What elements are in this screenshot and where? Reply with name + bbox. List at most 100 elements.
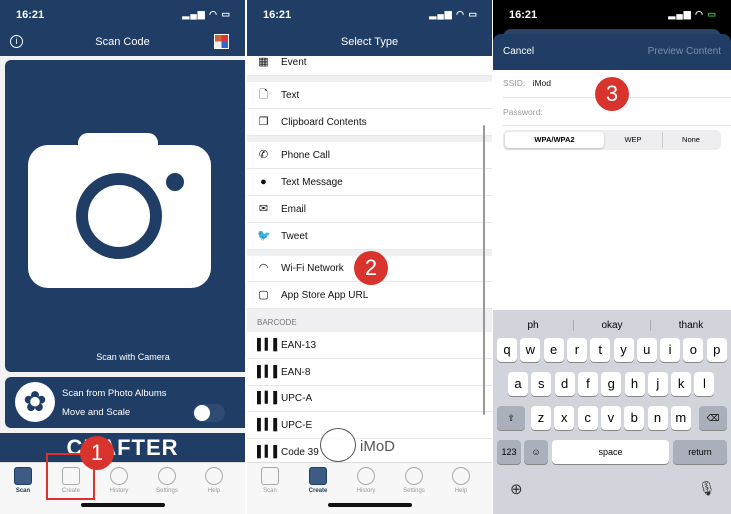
shift-key[interactable]: ⇧ xyxy=(497,406,525,430)
list-item-text[interactable]: 🗋 Text xyxy=(247,82,492,109)
scrollbar[interactable] xyxy=(483,125,485,415)
segment-wpa[interactable]: WPA/WPA2 xyxy=(505,132,604,148)
move-scale-toggle[interactable] xyxy=(193,404,225,422)
segment-wep[interactable]: WEP xyxy=(605,132,661,148)
key-d[interactable]: d xyxy=(554,372,575,396)
tab-label: Help xyxy=(207,488,221,494)
info-icon[interactable]: i xyxy=(10,35,23,48)
qr-scan-icon xyxy=(14,467,32,485)
list-item-email[interactable]: ✉ Email xyxy=(247,196,492,223)
photo-albums-card[interactable]: ✿ Scan from Photo Albums Move and Scale xyxy=(5,377,245,428)
preview-content-button[interactable]: Preview Content xyxy=(648,46,721,57)
item-label: Code 39 xyxy=(281,447,319,458)
key-n[interactable]: n xyxy=(647,406,668,430)
key-k[interactable]: k xyxy=(671,372,692,396)
albums-label: Scan from Photo Albums xyxy=(62,388,167,399)
tab-history[interactable]: History xyxy=(346,467,386,494)
item-label: Text Message xyxy=(281,177,343,188)
item-label: Email xyxy=(281,204,307,215)
page-title: Select Type xyxy=(340,36,399,48)
key-h[interactable]: h xyxy=(624,372,645,396)
key-a[interactable]: a xyxy=(508,372,528,396)
home-indicator xyxy=(327,503,412,507)
item-label: UPC-A xyxy=(281,393,313,404)
globe-icon[interactable]: ⊕ xyxy=(510,480,523,498)
microphone-icon[interactable]: 🎙 xyxy=(698,480,716,497)
list-item-tweet[interactable]: 🐦 Tweet xyxy=(247,223,492,250)
tab-help[interactable]: Help xyxy=(194,467,234,494)
scan-camera-card[interactable]: Scan with Camera xyxy=(5,60,245,372)
list-item-phone[interactable]: ✆ Phone Call xyxy=(247,142,492,169)
key-z[interactable]: z xyxy=(531,406,551,430)
key-y[interactable]: y xyxy=(613,338,634,362)
header: Scan Code i xyxy=(0,30,245,56)
key-g[interactable]: g xyxy=(601,372,622,396)
key-m[interactable]: m xyxy=(670,406,691,430)
tab-scan[interactable]: Scan xyxy=(250,467,290,494)
barcode-icon: ▌▍▌ xyxy=(257,339,282,351)
key-o[interactable]: o xyxy=(683,338,704,362)
suggestion[interactable]: okay xyxy=(573,320,651,331)
segment-none[interactable]: None xyxy=(662,132,719,148)
list-item-event[interactable]: ▦ Event xyxy=(247,49,492,76)
suggestion[interactable]: thank xyxy=(652,320,730,331)
suggestion[interactable]: ph xyxy=(494,320,572,331)
step-badge-3: 3 xyxy=(595,77,629,111)
tab-bar: Scan Create History Settings Help xyxy=(0,462,245,514)
step-badge-2: 2 xyxy=(354,251,388,285)
numbers-key[interactable]: 123 xyxy=(497,440,521,464)
key-e[interactable]: e xyxy=(543,338,564,362)
emoji-key[interactable]: ☺ xyxy=(524,440,548,464)
item-label: Event xyxy=(281,57,307,68)
clock-icon xyxy=(110,467,128,485)
item-label: EAN-13 xyxy=(281,340,317,351)
key-s[interactable]: s xyxy=(531,372,552,396)
tab-settings[interactable]: Settings xyxy=(394,467,434,494)
step-badge-1: 1 xyxy=(80,436,114,470)
status-icons: ▂▄▆ ◠ ▭ xyxy=(429,9,478,19)
key-r[interactable]: r xyxy=(566,338,587,362)
key-q[interactable]: q xyxy=(497,338,517,362)
tab-history[interactable]: History xyxy=(99,467,139,494)
ssid-input[interactable]: iMod xyxy=(533,78,551,88)
move-scale-label: Move and Scale xyxy=(62,407,131,418)
list-item-ean13[interactable]: ▌▍▌ EAN-13 xyxy=(247,332,492,359)
key-l[interactable]: l xyxy=(694,372,715,396)
list-item-ean8[interactable]: ▌▍▌ EAN-8 xyxy=(247,359,492,386)
tab-label: Settings xyxy=(156,488,178,494)
key-u[interactable]: u xyxy=(636,338,657,362)
key-c[interactable]: c xyxy=(577,406,598,430)
status-time: 16:21 xyxy=(263,9,292,21)
tab-settings[interactable]: Settings xyxy=(147,467,187,494)
tab-create[interactable]: Create xyxy=(298,467,338,494)
key-i[interactable]: i xyxy=(660,338,681,362)
gear-icon xyxy=(405,467,423,485)
key-x[interactable]: x xyxy=(554,406,575,430)
password-label: Password: xyxy=(503,107,543,117)
list-item-upca[interactable]: ▌▍▌ UPC-A xyxy=(247,385,492,412)
key-b[interactable]: b xyxy=(624,406,645,430)
item-label: UPC-E xyxy=(281,420,313,431)
backspace-key[interactable]: ⌫ xyxy=(699,406,727,430)
status-bar: 16:21 ▂▄▆ ◠ ▭ xyxy=(247,0,492,30)
barcode-icon: ▌▍▌ xyxy=(257,419,282,431)
edit-icon xyxy=(309,467,327,485)
key-t[interactable]: t xyxy=(590,338,611,362)
key-j[interactable]: j xyxy=(647,372,668,396)
key-f[interactable]: f xyxy=(577,372,598,396)
key-w[interactable]: w xyxy=(520,338,541,362)
color-grid-icon[interactable] xyxy=(214,34,229,49)
item-label: Tweet xyxy=(281,231,308,242)
list-item-message[interactable]: ● Text Message xyxy=(247,169,492,196)
camera-label: Scan with Camera xyxy=(96,352,170,362)
space-key[interactable]: space xyxy=(552,440,669,464)
key-v[interactable]: v xyxy=(600,406,621,430)
list-item-app-store[interactable]: ▢ App Store App URL xyxy=(247,282,492,309)
return-key[interactable]: return xyxy=(673,440,727,464)
cancel-button[interactable]: Cancel xyxy=(503,46,534,57)
barcode-icon: ▌▍▌ xyxy=(257,392,282,404)
key-p[interactable]: p xyxy=(706,338,727,362)
list-item-clipboard[interactable]: ❐ Clipboard Contents xyxy=(247,109,492,136)
tab-help[interactable]: Help xyxy=(441,467,481,494)
tab-scan[interactable]: Scan xyxy=(3,467,43,494)
